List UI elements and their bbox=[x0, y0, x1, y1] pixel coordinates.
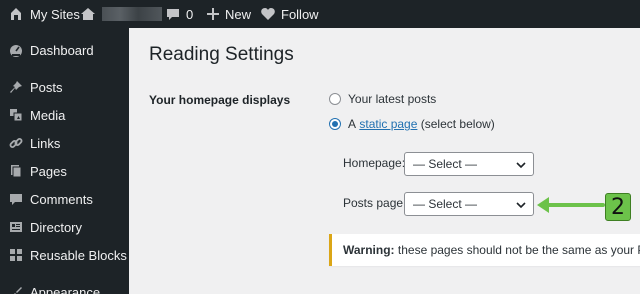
radio-static-prefix: A bbox=[348, 117, 357, 131]
sidebar-label-posts: Posts bbox=[30, 80, 63, 95]
sidebar-item-directory[interactable]: Directory bbox=[0, 213, 129, 241]
sidebar-label-comments: Comments bbox=[30, 192, 93, 207]
posts-page-select-value: — Select — bbox=[413, 197, 478, 211]
follow-menu[interactable]: Follow bbox=[261, 0, 319, 28]
sidebar-label-appearance: Appearance bbox=[30, 285, 101, 294]
comment-icon bbox=[10, 194, 22, 205]
dashboard-icon bbox=[10, 45, 22, 57]
sidebar-label-links: Links bbox=[30, 136, 61, 151]
warning-label: Warning: bbox=[343, 243, 395, 257]
site-name-menu[interactable] bbox=[80, 0, 162, 28]
appearance-icon bbox=[14, 287, 22, 294]
media-icon bbox=[10, 109, 23, 122]
posts-page-select-label: Posts page: bbox=[343, 196, 407, 210]
sidebar-item-media[interactable]: Media bbox=[0, 101, 129, 129]
posts-page-select[interactable]: — Select — bbox=[404, 192, 534, 216]
chevron-down-icon bbox=[516, 202, 526, 209]
homepage-displays-label: Your homepage displays bbox=[149, 93, 291, 107]
link-icon bbox=[9, 138, 23, 148]
radio-latest-posts[interactable]: Your latest posts bbox=[329, 92, 436, 106]
pin-icon bbox=[10, 81, 22, 93]
radio-latest-posts-label: Your latest posts bbox=[348, 92, 437, 106]
my-sites-label: My Sites bbox=[30, 6, 80, 22]
pages-icon bbox=[11, 165, 22, 178]
comments-count: 0 bbox=[186, 6, 194, 22]
follow-label: Follow bbox=[281, 6, 319, 22]
sidebar-label-reusable-blocks: Reusable Blocks bbox=[30, 248, 127, 263]
page-title: Reading Settings bbox=[149, 44, 294, 65]
sidebar-item-comments[interactable]: Comments bbox=[0, 185, 129, 213]
sidebar-label-pages: Pages bbox=[30, 164, 67, 179]
warning-notice: Warning: these pages should not be the s… bbox=[329, 234, 640, 266]
directory-icon bbox=[10, 222, 22, 232]
blocks-icon bbox=[10, 249, 22, 261]
warning-text: these pages should not be the same as yo… bbox=[397, 243, 640, 257]
new-content-menu[interactable]: New bbox=[207, 0, 251, 28]
admin-sidebar: Dashboard Posts Media Links Pages Commen… bbox=[0, 28, 129, 294]
radio-static-page-circle[interactable] bbox=[329, 118, 341, 130]
sidebar-item-posts[interactable]: Posts bbox=[0, 73, 129, 101]
radio-static-page[interactable]: A static page (select below) bbox=[329, 117, 495, 131]
new-label: New bbox=[225, 6, 252, 22]
sidebar-item-pages[interactable]: Pages bbox=[0, 157, 129, 185]
radio-static-suffix: (select below) bbox=[420, 117, 495, 131]
redacted-site-name bbox=[102, 7, 162, 21]
annotation-arrow-icon bbox=[537, 197, 605, 213]
sidebar-label-directory: Directory bbox=[30, 220, 83, 235]
chevron-down-icon bbox=[516, 162, 526, 169]
plus-icon bbox=[207, 8, 219, 20]
homepage-select-value: — Select — bbox=[413, 157, 478, 171]
homepage-select[interactable]: — Select — bbox=[404, 152, 534, 176]
admin-bar: My Sites 0 New Follow bbox=[0, 0, 640, 28]
radio-latest-posts-circle[interactable] bbox=[329, 93, 341, 105]
sidebar-item-reusable-blocks[interactable]: Reusable Blocks bbox=[0, 241, 129, 269]
annotation-badge: 2 bbox=[605, 193, 631, 221]
sidebar-item-appearance[interactable]: Appearance bbox=[0, 278, 129, 294]
homepage-select-label: Homepage: bbox=[343, 156, 406, 170]
sidebar-label-dashboard: Dashboard bbox=[30, 43, 94, 58]
sidebar-item-links[interactable]: Links bbox=[0, 129, 129, 157]
comments-menu[interactable]: 0 bbox=[166, 0, 193, 28]
sidebar-item-dashboard[interactable]: Dashboard bbox=[0, 36, 129, 64]
static-page-link[interactable]: static page bbox=[359, 117, 417, 131]
home-icon bbox=[81, 8, 95, 20]
my-sites-icon bbox=[11, 8, 21, 20]
comment-bubble-icon bbox=[167, 8, 179, 20]
heart-icon bbox=[261, 8, 275, 20]
sidebar-label-media: Media bbox=[30, 108, 66, 123]
main-content: Reading Settings Your homepage displays … bbox=[129, 28, 640, 294]
my-sites-menu[interactable]: My Sites bbox=[8, 0, 80, 28]
